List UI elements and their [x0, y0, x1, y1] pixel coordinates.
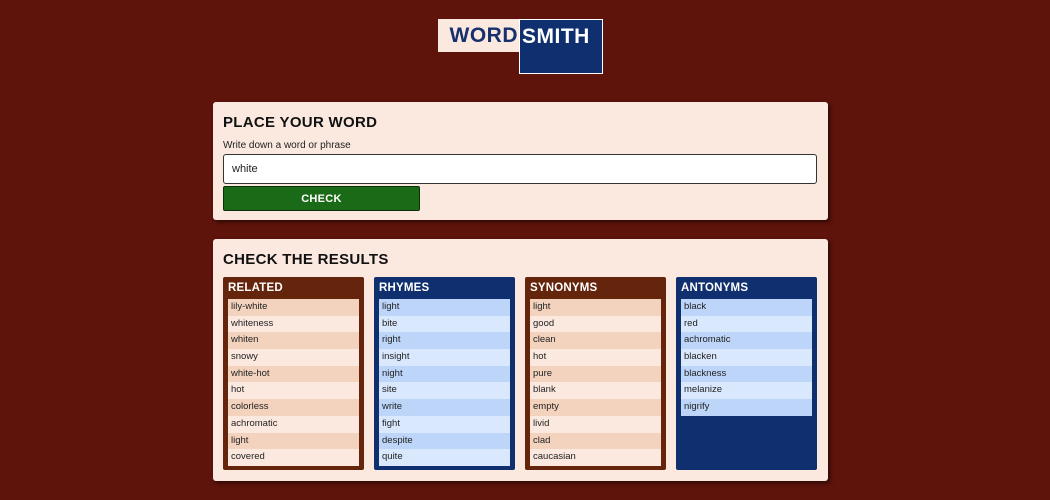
logo-word: WORD	[438, 19, 520, 52]
related-item[interactable]: snowy	[228, 349, 359, 366]
antonyms-item[interactable]: melanize	[681, 382, 812, 400]
synonyms-item[interactable]: blank	[530, 382, 661, 400]
related-column: RELATED lily-white whiteness whiten snow…	[223, 277, 364, 470]
rhymes-item[interactable]: bite	[379, 315, 510, 333]
rhymes-list: light bite right insight night site writ…	[379, 299, 510, 466]
logo-smith: SMITH	[519, 19, 603, 74]
synonyms-item[interactable]: light	[530, 299, 661, 316]
rhymes-item[interactable]: despite	[379, 432, 510, 450]
antonyms-item[interactable]: nigrify	[681, 399, 812, 416]
rhymes-item[interactable]: fight	[379, 415, 510, 433]
related-item[interactable]: whiten	[228, 332, 359, 350]
app: WORD SMITH PLACE YOUR WORD Write down a …	[0, 0, 1050, 500]
rhymes-item[interactable]: light	[379, 299, 510, 316]
antonyms-item[interactable]: achromatic	[681, 332, 812, 350]
word-input[interactable]	[223, 154, 817, 184]
word-field-label: Write down a word or phrase	[223, 140, 351, 151]
antonyms-item[interactable]: blacken	[681, 349, 812, 366]
antonyms-item[interactable]: blackness	[681, 365, 812, 383]
synonyms-item[interactable]: caucasian	[530, 449, 661, 466]
rhymes-item[interactable]: night	[379, 365, 510, 383]
synonyms-item[interactable]: pure	[530, 365, 661, 383]
place-word-card: PLACE YOUR WORD Write down a word or phr…	[213, 102, 828, 220]
related-title: RELATED	[228, 282, 283, 294]
related-item[interactable]: hot	[228, 382, 359, 400]
rhymes-column: RHYMES light bite right insight night si…	[374, 277, 515, 470]
synonyms-item[interactable]: clean	[530, 332, 661, 350]
synonyms-title: SYNONYMS	[530, 282, 598, 294]
related-item[interactable]: lily-white	[228, 299, 359, 316]
related-item[interactable]: colorless	[228, 399, 359, 416]
rhymes-item[interactable]: quite	[379, 449, 510, 466]
related-item[interactable]: white-hot	[228, 365, 359, 383]
related-item[interactable]: light	[228, 432, 359, 450]
antonyms-item[interactable]: red	[681, 315, 812, 333]
synonyms-item[interactable]: good	[530, 315, 661, 333]
related-item[interactable]: achromatic	[228, 415, 359, 433]
antonyms-item[interactable]: black	[681, 299, 812, 316]
check-button[interactable]: CHECK	[223, 186, 420, 211]
rhymes-item[interactable]: write	[379, 399, 510, 416]
synonyms-item[interactable]: hot	[530, 349, 661, 366]
rhymes-title: RHYMES	[379, 282, 430, 294]
related-item[interactable]: covered	[228, 449, 359, 466]
synonyms-item[interactable]: empty	[530, 399, 661, 416]
related-item[interactable]: whiteness	[228, 315, 359, 333]
results-title: CHECK THE RESULTS	[223, 251, 389, 268]
antonyms-list: black red achromatic blacken blackness m…	[681, 299, 812, 416]
antonyms-title: ANTONYMS	[681, 282, 749, 294]
rhymes-item[interactable]: insight	[379, 349, 510, 366]
place-word-title: PLACE YOUR WORD	[223, 114, 378, 131]
synonyms-item[interactable]: livid	[530, 415, 661, 433]
rhymes-item[interactable]: right	[379, 332, 510, 350]
results-card: CHECK THE RESULTS RELATED lily-white whi…	[213, 239, 828, 481]
synonyms-column: SYNONYMS light good clean hot pure blank…	[525, 277, 666, 470]
wordsmith-logo: WORD SMITH	[438, 19, 603, 74]
antonyms-column: ANTONYMS black red achromatic blacken bl…	[676, 277, 817, 470]
related-list: lily-white whiteness whiten snowy white-…	[228, 299, 359, 466]
synonyms-list: light good clean hot pure blank empty li…	[530, 299, 661, 466]
synonyms-item[interactable]: clad	[530, 432, 661, 450]
rhymes-item[interactable]: site	[379, 382, 510, 400]
